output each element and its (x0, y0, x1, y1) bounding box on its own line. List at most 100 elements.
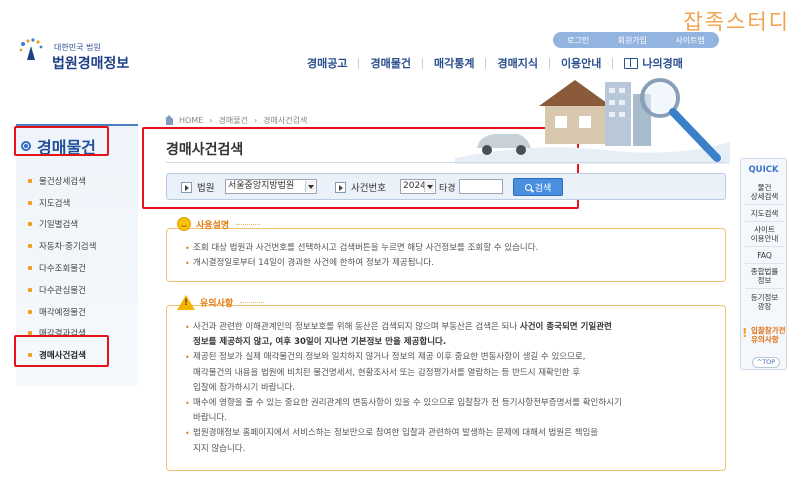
main-nav: 경매공고 경매물건 매각통계 경매지식 이용안내 나의경매 (296, 55, 694, 71)
nav-item-items[interactable]: 경매물건 (359, 55, 421, 71)
sidebar-item-label: 경매사건검색 (39, 351, 86, 362)
sidebar-menu: 물건상세검색 지도검색 기일별검색 자동차·중기검색 다수조회물건 다수관심물건… (28, 170, 96, 366)
title-bullet-icon (21, 141, 31, 151)
heading-leader (240, 302, 265, 303)
sidebar-item-label: 기일별검색 (39, 220, 79, 231)
bullet-icon (28, 178, 32, 183)
sidebar-title: 경매물건 (16, 129, 138, 163)
utility-links: 로그인 회원가입 사이트맵 (553, 32, 719, 48)
login-link[interactable]: 로그인 (567, 35, 589, 46)
court-emblem-icon (19, 38, 43, 60)
list-item: • 법원경매정보 홈페이지에서 서비스하는 정보만으로 참여한 입찰과 관련하여… (185, 428, 599, 454)
sidebar-item-date-search[interactable]: 기일별검색 (28, 214, 96, 236)
bullet-icon (28, 266, 32, 271)
list-item: • 제공된 정보가 실제 매각물건의 정보와 일치하지 않거나 정보의 제공 이… (185, 352, 586, 393)
court-select[interactable]: 서울중앙지방법원 (225, 179, 317, 194)
nav-item-mypage[interactable]: 나의경매 (613, 55, 693, 71)
year-select[interactable]: 2024 (400, 179, 436, 194)
breadcrumb-items[interactable]: 경매물건 (218, 115, 247, 126)
bullet-icon (28, 309, 32, 314)
sidebar-item-map-search[interactable]: 지도검색 (28, 192, 96, 214)
search-icon (524, 183, 532, 191)
arrow-right-icon (181, 181, 192, 193)
book-icon (624, 57, 639, 69)
quick-item-detail-search[interactable]: 물건 상세검색 (743, 183, 786, 201)
nav-item-guide[interactable]: 이용안내 (550, 55, 612, 71)
sidebar-item-scheduled[interactable]: 매각예정물건 (28, 301, 96, 323)
usage-box: 사용설명 • 조회 대상 법원과 사건번호를 선택하시고 검색버튼을 누르면 해당… (166, 217, 726, 282)
nav-item-knowledge[interactable]: 경매지식 (486, 55, 548, 71)
list-item: • 조회 대상 법원과 사건번호를 선택하시고 검색버튼을 누르면 해당 사건정보… (185, 243, 539, 253)
sidebar-item-most-liked[interactable]: 다수관심물건 (28, 279, 96, 301)
caution-list: • 사건과 관련한 이해관계인의 정보보호를 위해 동산은 검색되지 않으며 부… (185, 320, 715, 457)
sitemap-link[interactable]: 사이트맵 (675, 35, 704, 46)
sidebar-item-label: 지도검색 (39, 198, 71, 209)
nav-item-stats[interactable]: 매각통계 (423, 55, 485, 71)
sidebar-item-label: 매각결과검색 (39, 329, 86, 340)
quick-item-registry[interactable]: 등기정보 광장 (743, 293, 786, 311)
list-item: • 사건과 관련한 이해관계인의 정보보호를 위해 동산은 검색되지 않으며 부… (185, 322, 612, 348)
scroll-top-button[interactable]: ^TOP (752, 357, 780, 368)
sidebar-item-label: 다수관심물건 (39, 285, 86, 296)
usage-heading: 사용설명 (177, 217, 261, 231)
home-icon (165, 114, 173, 125)
sidebar-item-label: 다수조회물건 (39, 264, 86, 275)
sidebar-item-case-search[interactable]: 경매사건검색 (28, 344, 96, 366)
bullet-icon (28, 200, 32, 205)
case-number-label: 사건번호 (335, 180, 386, 194)
quick-title: QUICK (748, 165, 779, 175)
sidebar-item-vehicle-search[interactable]: 자동차·중기검색 (28, 235, 96, 257)
sidebar-item-label: 물건상세검색 (39, 176, 86, 187)
sidebar-item-label: 자동차·중기검색 (39, 242, 97, 253)
sidebar-title-label: 경매물건 (37, 138, 96, 157)
usage-list: • 조회 대상 법원과 사건번호를 선택하시고 검색버튼을 누르면 해당 사건정보… (185, 241, 715, 271)
sidebar-item-results[interactable]: 매각결과검색 (28, 323, 96, 345)
breadcrumb-sep: › (253, 116, 258, 125)
sidebar-item-detail-search[interactable]: 물건상세검색 (28, 170, 96, 192)
bullet-icon (28, 244, 32, 249)
site-logo[interactable]: 대한민국 법원 법원경매정보 (16, 38, 156, 78)
breadcrumb-home[interactable]: HOME (179, 116, 203, 125)
list-item: • 개시결정일로부터 14일이 경과한 사건에 한하여 정보가 제공됩니다. (185, 258, 434, 269)
caution-heading: ! 유의사항 (177, 295, 265, 310)
chevron-down-icon (305, 181, 315, 192)
sidebar-item-label: 매각예정물건 (39, 307, 86, 318)
title-divider (166, 162, 726, 163)
page-title: 경매사건검색 (166, 142, 244, 158)
sidebar: 경매물건 물건상세검색 지도검색 기일별검색 자동차·중기검색 다수조회물건 다… (16, 124, 138, 386)
case-type-label: 타경 (439, 184, 456, 194)
caution-box: ! 유의사항 • 사건과 관련한 이해관계인의 정보보호를 위해 동산은 검색되… (166, 295, 726, 471)
quick-item-site-guide[interactable]: 사이트 이용안내 (743, 225, 786, 243)
signup-link[interactable]: 회원가입 (618, 35, 647, 46)
bullet-icon (28, 353, 32, 358)
search-button[interactable]: 검색 (513, 178, 563, 196)
breadcrumb-current: 경매사건검색 (263, 116, 308, 125)
warning-icon: ! (177, 295, 195, 310)
quick-item-legal-info[interactable]: 종합법률 정보 (743, 267, 786, 285)
bullet-icon (28, 331, 32, 336)
header: 대한민국 법원 법원경매정보 로그인 회원가입 사이트맵 경매공고 경매물건 매… (0, 28, 800, 78)
mypage-label: 나의경매 (642, 57, 683, 70)
page: 잡족스터디 대한민국 법원 법원경매정보 로그인 회원가입 사이트맵 경매공고 (0, 0, 800, 479)
bullet-icon (28, 222, 32, 227)
nav-item-notice[interactable]: 경매공고 (296, 55, 358, 71)
heading-leader (236, 223, 261, 225)
logo-subtitle: 대한민국 법원 (54, 43, 101, 52)
bullet-icon (28, 287, 32, 292)
chevron-down-icon (424, 181, 434, 192)
quick-item-map-search[interactable]: 지도검색 (743, 209, 786, 218)
list-item: • 매수에 영향을 줄 수 있는 중요한 권리관계의 변동사항이 있을 수 있으… (185, 398, 622, 424)
exclamation-icon: ! (742, 326, 748, 340)
breadcrumb: HOME › 경매물건 › 경매사건검색 (165, 114, 308, 126)
header-illustration (455, 78, 730, 164)
arrow-right-icon (335, 181, 346, 193)
bidding-notice-link[interactable]: ! 입찰참가전 유의사항 (742, 326, 792, 344)
logo-title: 법원경매정보 (52, 56, 130, 72)
case-search-form: 법원 서울중앙지방법원 사건번호 2024 타경 검색 (166, 173, 726, 200)
sidebar-item-most-viewed[interactable]: 다수조회물건 (28, 257, 96, 279)
case-number-input[interactable] (459, 179, 503, 194)
court-label: 법원 (181, 180, 214, 194)
breadcrumb-sep: › (209, 116, 213, 125)
quick-item-faq[interactable]: FAQ (743, 251, 786, 260)
smile-icon (177, 217, 191, 231)
